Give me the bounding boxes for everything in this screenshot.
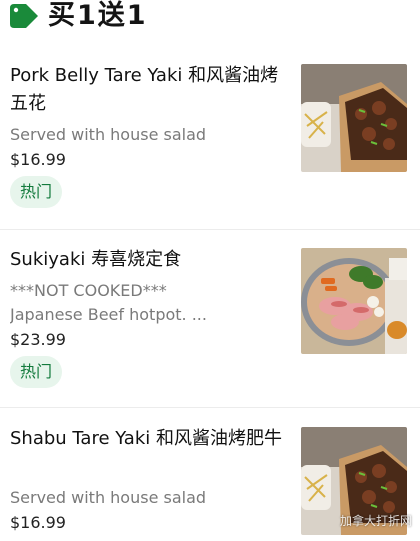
watermark: 加拿大打折网 bbox=[339, 514, 412, 528]
item-name: Sukiyaki 寿喜烧定食 bbox=[10, 249, 182, 270]
item-price: $23.99 bbox=[10, 330, 66, 349]
item-description: ***NOT COOKED*** bbox=[10, 281, 167, 300]
item-name: Shabu Tare Yaki 和风酱油烤肥牛 bbox=[10, 428, 282, 449]
menu-item-pork-belly[interactable]: Pork Belly Tare Yaki 和风酱油烤五花 Served with… bbox=[0, 62, 420, 222]
section-title: 买1送1 bbox=[48, 0, 148, 31]
menu-item-sukiyaki[interactable]: Sukiyaki 寿喜烧定食 ***NOT COOKED*** Japanese… bbox=[0, 246, 420, 396]
item-image bbox=[301, 248, 407, 354]
popular-badge: 热门 bbox=[10, 176, 63, 208]
item-name: Pork Belly Tare Yaki 和风酱油烤五花 bbox=[10, 65, 279, 114]
item-description: Served with house salad bbox=[10, 125, 207, 144]
item-price: $16.99 bbox=[10, 150, 66, 169]
tag-icon bbox=[10, 4, 38, 28]
section-header: 买1送1 bbox=[10, 0, 148, 32]
item-description-2: Japanese Beef hotpot. ... bbox=[10, 305, 207, 324]
item-description: Served with house salad bbox=[10, 488, 207, 507]
popular-badge: 热门 bbox=[10, 356, 63, 388]
item-image bbox=[301, 64, 407, 172]
item-price: $16.99 bbox=[10, 513, 66, 532]
divider bbox=[0, 229, 420, 230]
divider bbox=[0, 407, 420, 408]
